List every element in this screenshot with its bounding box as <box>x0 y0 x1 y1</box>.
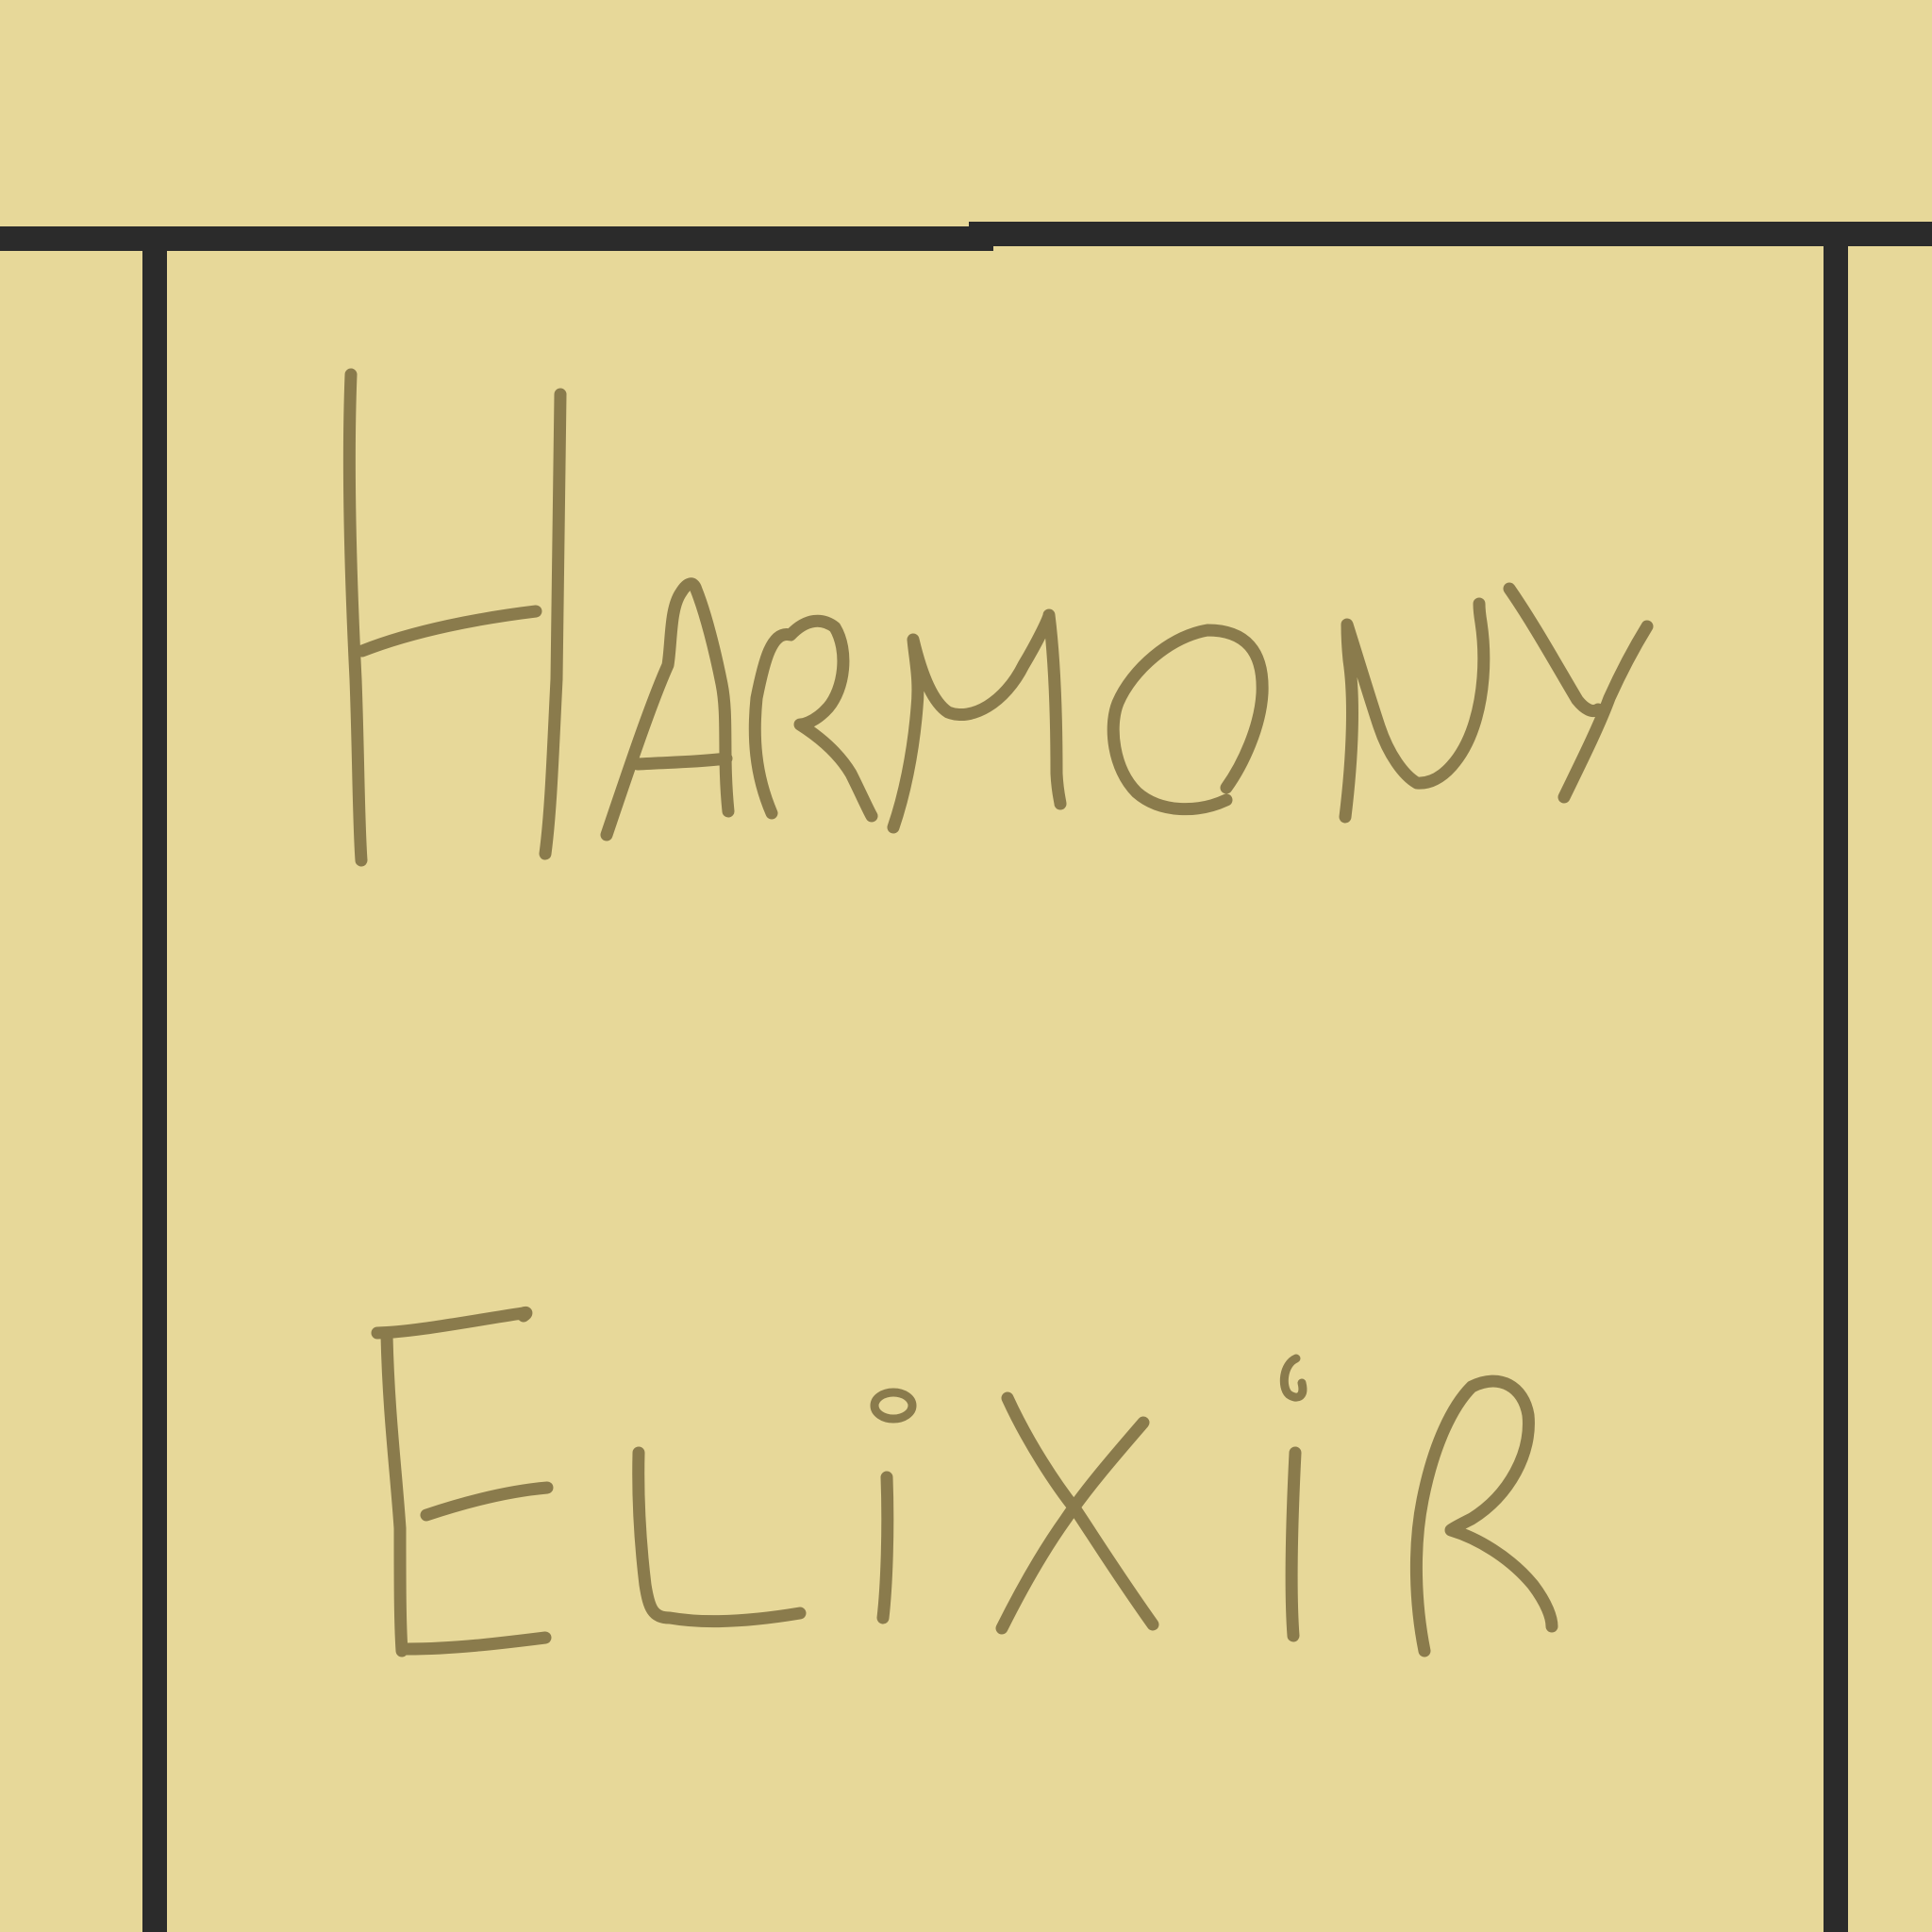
letter-r-2 <box>1409 1374 1558 1657</box>
letter-n <box>1339 597 1491 824</box>
letter-i-2 <box>1285 1446 1302 1642</box>
letter-i-1-dot <box>870 1388 917 1424</box>
letter-a <box>600 577 735 841</box>
letter-r <box>748 614 878 823</box>
label-artwork <box>0 222 1932 1932</box>
letter-h <box>342 368 567 867</box>
letter-o <box>1107 624 1269 816</box>
frame-lines <box>0 222 1932 1932</box>
letter-y <box>1503 582 1654 804</box>
letter-l <box>632 1446 807 1628</box>
handwritten-word-harmony <box>342 368 1654 867</box>
handwritten-word-elixir <box>371 1306 1558 1657</box>
letter-m <box>887 608 1067 834</box>
letter-x <box>995 1391 1159 1635</box>
letter-i-1 <box>876 1471 894 1624</box>
frame-top-line <box>0 222 1932 251</box>
label-panel: HARMONY ELIXIR <box>0 0 1932 1932</box>
letter-e <box>371 1306 554 1657</box>
letter-i-2-dot <box>1279 1354 1307 1402</box>
